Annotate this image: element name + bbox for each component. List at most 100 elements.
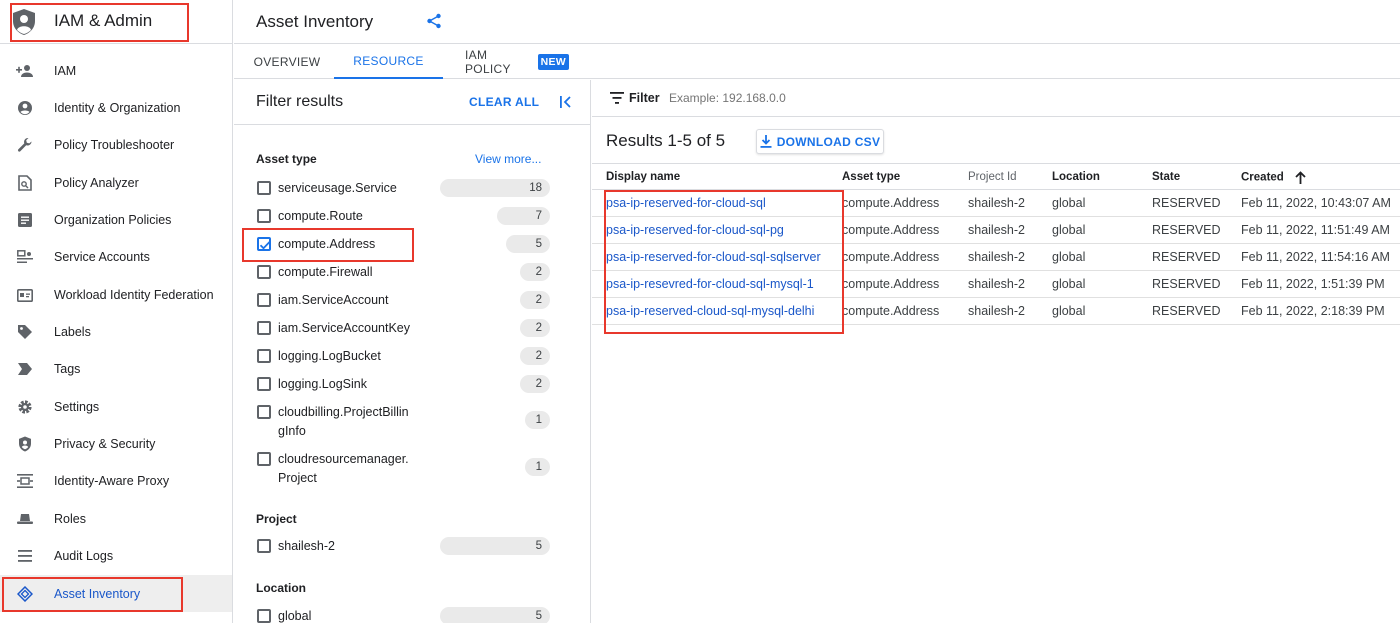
- checkbox[interactable]: [257, 181, 271, 195]
- filter-input[interactable]: [669, 91, 969, 105]
- sidebar-item-workload-identity-federation[interactable]: Workload Identity Federation: [0, 276, 232, 313]
- cell-asset-type: compute.Address: [842, 223, 940, 237]
- filter-option-label: shailesh-2: [278, 539, 335, 553]
- share-icon[interactable]: [426, 13, 442, 29]
- sidebar-item-iam[interactable]: IAM: [0, 52, 232, 89]
- checkbox[interactable]: [257, 293, 271, 307]
- cell-state: RESERVED: [1152, 304, 1221, 318]
- lines-icon: [16, 547, 34, 565]
- sidebar-item-roles[interactable]: Roles: [0, 500, 232, 537]
- filter-option-label: serviceusage.Service: [278, 181, 397, 195]
- column-header-display-name[interactable]: Display name: [606, 171, 680, 183]
- column-header-created[interactable]: Created: [1241, 171, 1306, 184]
- checkbox[interactable]: [257, 265, 271, 279]
- service-account-icon: [16, 248, 34, 266]
- sort-ascending-icon[interactable]: [1295, 171, 1306, 184]
- sidebar-item-label: Privacy & Security: [54, 436, 156, 451]
- sidebar-item-settings[interactable]: Settings: [0, 388, 232, 425]
- annotation-box-compute-address: [242, 228, 414, 262]
- column-header-state[interactable]: State: [1152, 171, 1180, 183]
- count-badge: 5: [506, 235, 550, 253]
- count-badge: 2: [520, 263, 550, 281]
- asset-type-section-title: Asset type: [256, 152, 317, 166]
- count-badge: 2: [520, 375, 550, 393]
- hat-icon: [16, 510, 34, 528]
- results-count: Results 1-5 of 5: [606, 131, 726, 150]
- sidebar-item-identity-organization[interactable]: Identity & Organization: [0, 89, 232, 126]
- wrench-icon: [16, 136, 34, 154]
- tab-overview[interactable]: OVERVIEW: [253, 45, 321, 79]
- filter-option-label: iam.ServiceAccount: [278, 293, 389, 307]
- results-panel: Filter Results 1-5 of 5 DOWNLOAD CSV Dis…: [592, 80, 1400, 623]
- person-add-icon: [16, 62, 34, 80]
- sidebar-item-label: Identity-Aware Proxy: [54, 473, 170, 488]
- column-header-label: Created: [1241, 171, 1284, 184]
- cell-project-id: shailesh-2: [968, 196, 1025, 210]
- cell-location: global: [1052, 223, 1086, 237]
- checkbox[interactable]: [257, 452, 271, 466]
- id-card-icon: [16, 286, 34, 304]
- tab-resource[interactable]: RESOURCE: [334, 45, 443, 79]
- sidebar-item-policy-troubleshooter[interactable]: Policy Troubleshooter: [0, 126, 232, 163]
- collapse-panel-icon[interactable]: [558, 94, 574, 110]
- sidebar-item-organization-policies[interactable]: Organization Policies: [0, 201, 232, 238]
- sidebar-item-policy-analyzer[interactable]: Policy Analyzer: [0, 164, 232, 201]
- label-icon: [16, 323, 34, 341]
- count-badge: 18: [440, 179, 550, 197]
- checkbox[interactable]: [257, 349, 271, 363]
- cell-location: global: [1052, 196, 1086, 210]
- column-header-asset-type[interactable]: Asset type: [842, 171, 900, 183]
- checkbox[interactable]: [257, 209, 271, 223]
- download-icon: [760, 135, 772, 148]
- cell-created: Feb 11, 2022, 2:18:39 PM: [1241, 304, 1385, 318]
- document-search-icon: [16, 174, 34, 192]
- cell-asset-type: compute.Address: [842, 250, 940, 264]
- count-badge: 5: [440, 537, 550, 555]
- cell-asset-type: compute.Address: [842, 196, 940, 210]
- count-badge: 5: [440, 607, 550, 623]
- filter-option-label: logging.LogSink: [278, 377, 367, 391]
- filter-icon[interactable]: [610, 92, 624, 104]
- count-badge: 2: [520, 347, 550, 365]
- cell-location: global: [1052, 304, 1086, 318]
- sidebar-item-privacy-security[interactable]: Privacy & Security: [0, 425, 232, 462]
- checkbox[interactable]: [257, 609, 271, 623]
- cell-asset-type: compute.Address: [842, 277, 940, 291]
- checkbox[interactable]: [257, 405, 271, 419]
- count-badge: 2: [520, 291, 550, 309]
- checkbox[interactable]: [257, 377, 271, 391]
- download-csv-button[interactable]: DOWNLOAD CSV: [756, 129, 884, 154]
- view-more-link[interactable]: View more...: [475, 152, 541, 166]
- sidebar-item-tags[interactable]: Tags: [0, 350, 232, 387]
- cell-state: RESERVED: [1152, 223, 1221, 237]
- sidebar-item-audit-logs[interactable]: Audit Logs: [0, 537, 232, 574]
- tab-label: OVERVIEW: [253, 55, 321, 69]
- sidebar-item-label: Policy Analyzer: [54, 175, 139, 190]
- filter-panel-header: Filter results CLEAR ALL: [234, 80, 591, 125]
- sidebar-item-label: Tags: [54, 361, 81, 376]
- proxy-icon: [16, 472, 34, 490]
- sidebar-item-service-accounts[interactable]: Service Accounts: [0, 238, 232, 275]
- gear-icon: [16, 398, 34, 416]
- filter-panel-title: Filter results: [256, 93, 344, 110]
- filter-bar: Filter: [592, 80, 1400, 117]
- sidebar-item-identity-aware-proxy[interactable]: Identity-Aware Proxy: [0, 462, 232, 499]
- page-header: Asset Inventory: [234, 0, 1400, 44]
- cell-project-id: shailesh-2: [968, 250, 1025, 264]
- column-header-location[interactable]: Location: [1052, 171, 1100, 183]
- tab-bar: OVERVIEW RESOURCE IAM POLICY NEW: [234, 45, 1400, 79]
- checkbox[interactable]: [257, 321, 271, 335]
- sidebar-item-label: Service Accounts: [54, 249, 150, 264]
- checkbox[interactable]: [257, 539, 271, 553]
- sidebar: IAM & Admin IAM Identity & Organization …: [0, 0, 233, 623]
- cell-state: RESERVED: [1152, 277, 1221, 291]
- cell-created: Feb 11, 2022, 1:51:39 PM: [1241, 277, 1385, 291]
- tab-iam-policy[interactable]: IAM POLICY NEW: [465, 45, 569, 79]
- column-header-project-id[interactable]: Project Id: [968, 171, 1017, 183]
- location-section-title: Location: [256, 581, 306, 595]
- new-badge: NEW: [537, 54, 569, 70]
- sidebar-item-labels[interactable]: Labels: [0, 313, 232, 350]
- sidebar-item-label: Organization Policies: [54, 212, 172, 227]
- clear-all-button[interactable]: CLEAR ALL: [469, 95, 539, 109]
- cell-project-id: shailesh-2: [968, 304, 1025, 318]
